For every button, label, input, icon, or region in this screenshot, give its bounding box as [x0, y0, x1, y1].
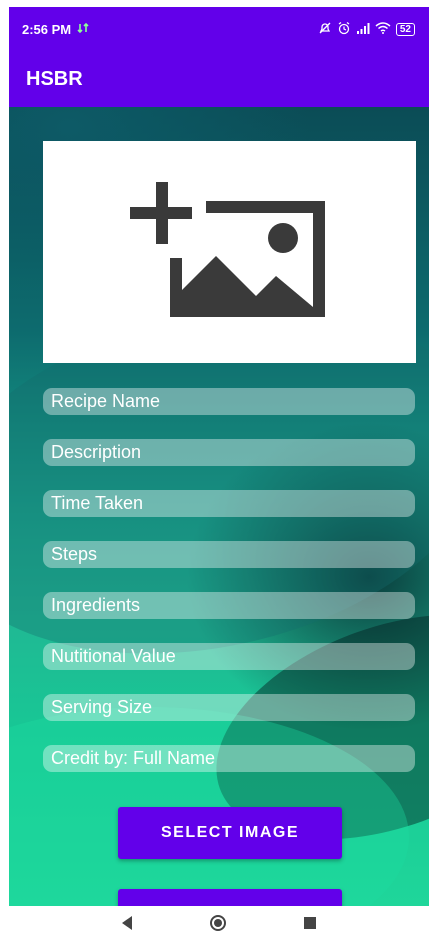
signal-icon: [356, 22, 370, 37]
back-icon[interactable]: [122, 916, 132, 930]
home-icon[interactable]: [210, 915, 226, 931]
add-photo-icon: [129, 182, 330, 322]
recents-icon[interactable]: [304, 917, 316, 929]
system-nav-bar: [0, 906, 438, 940]
submit-button[interactable]: [118, 889, 342, 906]
serving-size-input[interactable]: Serving Size: [43, 694, 415, 721]
steps-input[interactable]: Steps: [43, 541, 415, 568]
alarm-icon: [337, 21, 351, 38]
time-taken-input[interactable]: Time Taken: [43, 490, 415, 517]
description-input[interactable]: Description: [43, 439, 415, 466]
status-bar: 2:56 PM 52: [9, 7, 429, 51]
form-content[interactable]: Recipe Name Description Time Taken Steps…: [9, 107, 429, 906]
nutritional-value-input[interactable]: Nutitional Value: [43, 643, 415, 670]
recipe-name-input[interactable]: Recipe Name: [43, 388, 415, 415]
network-activity-icon: [77, 22, 89, 37]
ingredients-input[interactable]: Ingredients: [43, 592, 415, 619]
recipe-image-preview[interactable]: [43, 141, 416, 363]
status-right: 52: [318, 21, 415, 38]
credit-by-input[interactable]: Credit by: Full Name: [43, 745, 415, 772]
status-time: 2:56 PM: [22, 21, 72, 37]
status-left: 2:56 PM: [22, 22, 89, 37]
wifi-icon: [375, 21, 391, 37]
app-bar: HSBR: [9, 51, 429, 107]
app-title: HSBR: [26, 67, 83, 90]
select-image-button[interactable]: SELECT IMAGE: [118, 807, 342, 859]
mute-icon: [318, 21, 332, 38]
battery-icon: 52: [395, 22, 415, 36]
